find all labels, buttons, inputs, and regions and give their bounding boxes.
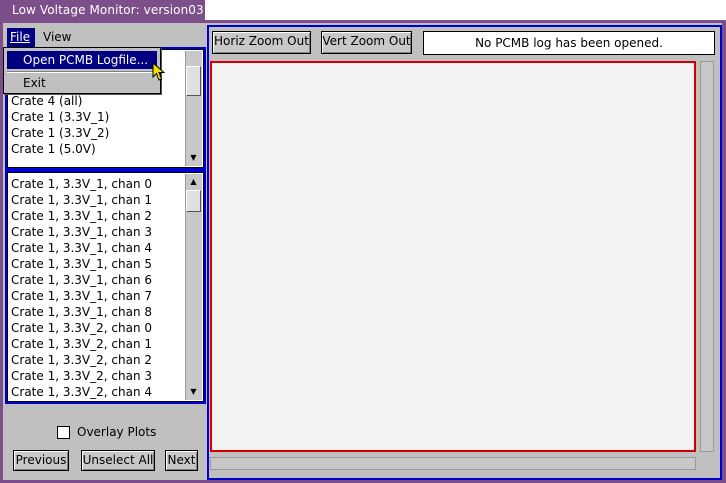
channel-list-scrollbar[interactable]: ▲ ▼ [185, 174, 202, 400]
channel-list[interactable]: Crate 1, 3.3V_1, chan 0 Crate 1, 3.3V_1, … [7, 172, 204, 402]
channel-list-item[interactable]: Crate 1, 3.3V_1, chan 7 [11, 288, 152, 304]
scroll-up-arrow-icon[interactable]: ▲ [187, 176, 200, 188]
crate-list-item[interactable]: Crate 1 (3.3V_2) [11, 125, 109, 141]
menu-file-label: File [10, 30, 31, 44]
vert-zoom-out-button[interactable]: Vert Zoom Out [321, 31, 412, 54]
menu-item-open-logfile[interactable]: Open PCMB Logfile... [7, 51, 157, 69]
channel-list-item[interactable]: Crate 1, 3.3V_1, chan 6 [11, 272, 152, 288]
menu-item-exit[interactable]: Exit [7, 74, 157, 92]
crate-list-item[interactable]: Crate 1 (5.0V) [11, 141, 109, 157]
previous-button[interactable]: Previous [13, 450, 69, 471]
mouse-pointer-icon [152, 62, 166, 81]
menu-separator [7, 71, 157, 73]
horiz-zoom-out-button[interactable]: Horiz Zoom Out [212, 31, 311, 54]
crate-list-scrollbar[interactable]: ▼ [185, 51, 202, 166]
unselect-all-button[interactable]: Unselect All [81, 450, 155, 471]
overlay-plots-checkbox[interactable] [57, 426, 70, 439]
plot-canvas[interactable] [210, 61, 696, 452]
channel-list-items: Crate 1, 3.3V_1, chan 0 Crate 1, 3.3V_1, … [11, 176, 152, 400]
overlay-plots-label: Overlay Plots [77, 425, 157, 439]
channel-list-item[interactable]: Crate 1, 3.3V_2, chan 1 [11, 336, 152, 352]
menu-item-exit-label: Exit [23, 76, 46, 90]
channel-list-item[interactable]: Crate 1, 3.3V_2, chan 3 [11, 368, 152, 384]
channel-list-item[interactable]: Crate 1, 3.3V_1, chan 5 [11, 256, 152, 272]
plot-vertical-scrollbar[interactable] [700, 61, 714, 452]
file-menu-dropdown: Open PCMB Logfile... Exit [3, 47, 161, 94]
log-status-field: No PCMB log has been opened. [423, 31, 715, 55]
scroll-down-arrow-icon[interactable]: ▼ [187, 152, 200, 164]
menu-view[interactable]: View [40, 28, 76, 47]
channel-list-item[interactable]: Crate 1, 3.3V_2, chan 2 [11, 352, 152, 368]
channel-list-item[interactable]: Crate 1, 3.3V_1, chan 3 [11, 224, 152, 240]
channel-list-item[interactable]: Crate 1, 3.3V_2, chan 4 [11, 384, 152, 400]
window-title-tab[interactable]: Low Voltage Monitor: version03 [0, 0, 205, 21]
menu-item-open-label: Open PCMB Logfile... [23, 53, 149, 67]
channel-list-item[interactable]: Crate 1, 3.3V_1, chan 0 [11, 176, 152, 192]
plot-horizontal-scrollbar[interactable] [210, 457, 696, 470]
channel-list-item[interactable]: Crate 1, 3.3V_1, chan 1 [11, 192, 152, 208]
channel-list-item[interactable]: Crate 1, 3.3V_1, chan 2 [11, 208, 152, 224]
channel-list-item[interactable]: Crate 1, 3.3V_1, chan 8 [11, 304, 152, 320]
channel-list-item[interactable]: Crate 1, 3.3V_1, chan 4 [11, 240, 152, 256]
menu-view-label: View [43, 30, 72, 44]
crate-list-item[interactable]: Crate 4 (all) [11, 93, 109, 109]
channel-list-scroll-thumb[interactable] [186, 190, 201, 212]
window-title: Low Voltage Monitor: version03 [12, 3, 204, 17]
scroll-down-arrow-icon[interactable]: ▼ [187, 386, 200, 398]
next-button[interactable]: Next [165, 450, 198, 471]
crate-list-scroll-thumb[interactable] [186, 66, 201, 96]
channel-list-item[interactable]: Crate 1, 3.3V_2, chan 0 [11, 320, 152, 336]
menu-file[interactable]: File [7, 28, 35, 47]
crate-list-item[interactable]: Crate 1 (3.3V_1) [11, 109, 109, 125]
